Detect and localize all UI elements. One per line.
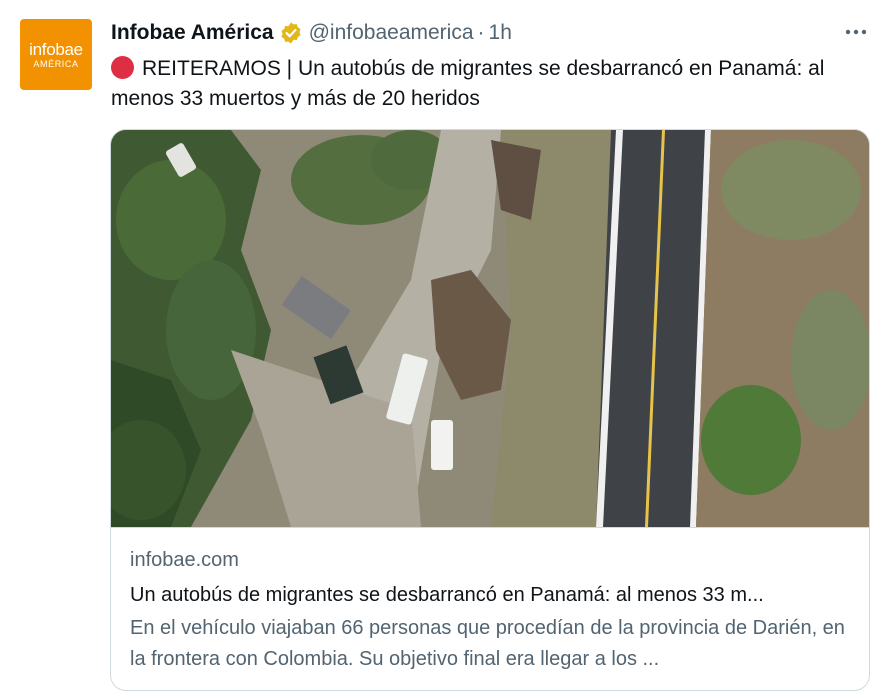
tweet-body: REITERAMOS | Un autobús de migrantes se …: [111, 54, 871, 114]
verified-badge-icon[interactable]: [279, 21, 303, 45]
avatar[interactable]: infobae AMÉRICA: [20, 19, 92, 90]
card-image[interactable]: [111, 130, 869, 528]
tweet-text: REITERAMOS | Un autobús de migrantes se …: [111, 57, 825, 110]
red-circle-icon: [111, 56, 134, 79]
aerial-photo: [111, 130, 869, 527]
author-name[interactable]: Infobae América: [111, 21, 274, 45]
avatar-logo-text: infobae: [29, 39, 83, 59]
link-card[interactable]: infobae.com Un autobús de migrantes se d…: [110, 129, 870, 691]
avatar-logo-subtext: AMÉRICA: [33, 58, 79, 69]
tweet-timestamp[interactable]: 1h: [489, 21, 512, 45]
more-options-icon[interactable]: [843, 20, 869, 44]
card-domain: infobae.com: [130, 549, 239, 571]
card-title: Un autobús de migrantes se desbarrancó e…: [130, 584, 764, 606]
separator-dot: ·: [477, 21, 485, 44]
card-description: En el vehículo viajaban 66 personas que …: [130, 617, 845, 670]
author-handle[interactable]: @infobaeamerica: [309, 21, 474, 45]
tweet-header: Infobae América @infobaeamerica · 1h: [111, 20, 512, 46]
